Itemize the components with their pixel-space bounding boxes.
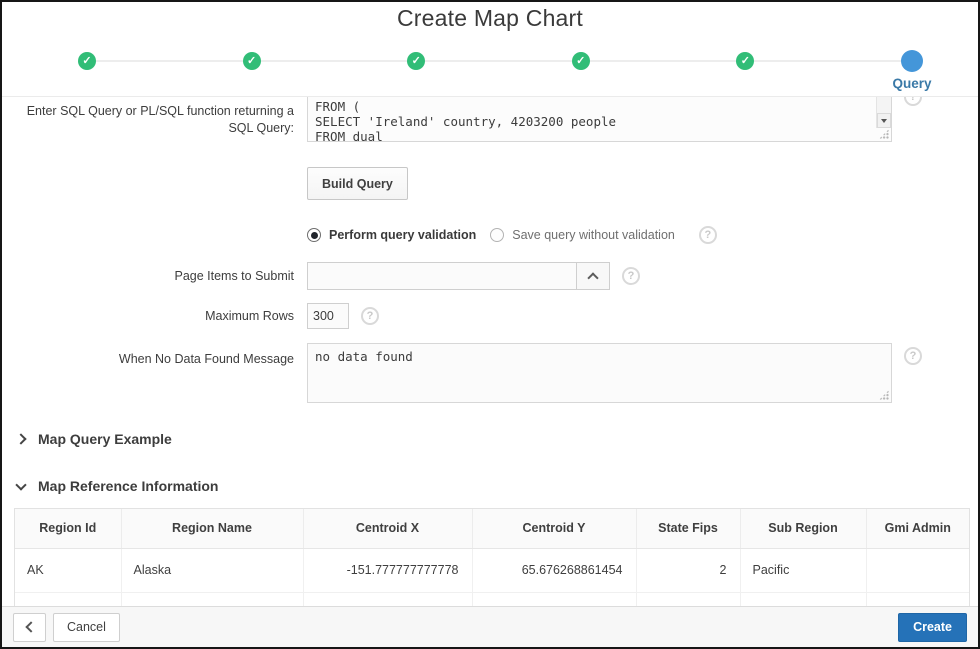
help-icon[interactable]: ? bbox=[904, 97, 922, 106]
wizard-step-marker: ✓ bbox=[407, 52, 426, 70]
chevron-left-icon bbox=[25, 621, 37, 633]
table-row: ALAlabama-86.693403888887132.63401085534… bbox=[15, 592, 969, 606]
map-reference-table: Region Id Region Name Centroid X Centroid Y… bbox=[14, 508, 970, 606]
table-header-row: Region Id Region Name Centroid X Centroid Y… bbox=[15, 509, 969, 549]
table-column-header: Centroid X bbox=[303, 509, 473, 549]
table-column-header: Region Name bbox=[121, 509, 304, 549]
wizard-step-marker: ✓ bbox=[78, 52, 96, 70]
checkmark-icon: ✓ bbox=[246, 54, 257, 67]
table-cell: 2 bbox=[636, 548, 741, 593]
table-cell: Alaska bbox=[121, 548, 304, 593]
table-cell: 1 bbox=[636, 592, 741, 606]
table-cell: Pacific bbox=[740, 548, 867, 593]
wizard-step-marker: ✓ bbox=[571, 52, 590, 70]
help-icon[interactable]: ? bbox=[698, 226, 717, 244]
editor-scrollbar[interactable] bbox=[876, 97, 891, 128]
create-button[interactable]: Create bbox=[898, 612, 967, 642]
table-column-header: State Fips bbox=[636, 509, 741, 549]
sql-query-control: FROM ( SELECT 'Ireland' country, 4203200… bbox=[307, 97, 978, 142]
table-row: AK Alaska -151.777777777778 65.676268861454… bbox=[15, 548, 969, 593]
cancel-button[interactable]: Cancel bbox=[53, 612, 120, 642]
table-cell bbox=[866, 592, 969, 606]
checkmark-icon: ✓ bbox=[82, 54, 92, 67]
page-items-lov-button[interactable] bbox=[576, 263, 609, 289]
wizard-step: ✓ bbox=[571, 52, 590, 70]
build-query-row: Build Query bbox=[2, 167, 978, 200]
wizard-steps: ✓ ✓ ✓ ✓ ✓ Query bbox=[78, 46, 931, 91]
section-label: Map Query Example bbox=[38, 431, 172, 447]
wizard-step-marker: ✓ bbox=[736, 52, 755, 70]
form-region: Enter SQL Query or PL/SQL function retur… bbox=[2, 97, 978, 606]
chevron-down-icon bbox=[15, 478, 27, 491]
checkmark-icon: ✓ bbox=[576, 54, 586, 67]
checkmark-icon: ✓ bbox=[740, 54, 750, 67]
chevron-up-icon bbox=[587, 271, 599, 284]
checkmark-icon: ✓ bbox=[411, 54, 421, 67]
no-data-row: When No Data Found Message no data found… bbox=[2, 343, 978, 403]
wizard-step: ✓ bbox=[407, 52, 426, 70]
table-cell: 32.6340108553488 bbox=[472, 592, 637, 606]
sql-query-row: Enter SQL Query or PL/SQL function retur… bbox=[2, 97, 978, 142]
table-cell: -86.6934038888871 bbox=[303, 592, 473, 606]
radio-save-without-validation[interactable] bbox=[490, 228, 505, 242]
wizard-footer: Cancel Create bbox=[2, 606, 978, 647]
validation-row: Perform query validation Save query with… bbox=[2, 226, 978, 244]
wizard-header: Create Map Chart ✓ ✓ ✓ ✓ ✓ Query bbox=[2, 2, 978, 97]
no-data-value: no data found bbox=[315, 349, 413, 364]
page-items-field bbox=[307, 262, 610, 290]
sql-query-value: FROM ( SELECT 'Ireland' country, 4203200… bbox=[315, 99, 617, 142]
wizard-step: Query bbox=[892, 50, 931, 91]
section-map-reference-information[interactable]: Map Reference Information bbox=[15, 478, 978, 494]
table-column-header: Centroid Y bbox=[472, 509, 637, 549]
wizard-step-marker: ✓ bbox=[242, 52, 261, 70]
radio-perform-validation[interactable] bbox=[307, 228, 321, 242]
no-data-label: When No Data Found Message bbox=[118, 352, 294, 366]
table-column-header: Region Id bbox=[15, 509, 122, 549]
sql-query-label: Enter SQL Query or PL/SQL function retur… bbox=[26, 104, 294, 135]
section-label: Map Reference Information bbox=[38, 478, 219, 494]
help-icon[interactable]: ? bbox=[622, 267, 640, 285]
create-map-chart-wizard: Create Map Chart ✓ ✓ ✓ ✓ ✓ Query Enter S… bbox=[0, 0, 980, 649]
wizard-step: ✓ bbox=[736, 52, 755, 70]
table-cell: AL bbox=[15, 592, 122, 606]
chevron-right-icon bbox=[15, 433, 27, 445]
radio-save-without-validation-label[interactable]: Save query without validation bbox=[512, 228, 675, 242]
wizard-step: ✓ bbox=[78, 52, 96, 70]
max-rows-input[interactable] bbox=[307, 303, 349, 329]
help-icon[interactable]: ? bbox=[361, 307, 379, 325]
table-cell: Alabama bbox=[121, 592, 304, 606]
max-rows-row: Maximum Rows ? bbox=[2, 303, 978, 329]
resize-grip-icon[interactable] bbox=[879, 390, 889, 400]
sql-query-editor[interactable]: FROM ( SELECT 'Ireland' country, 4203200… bbox=[307, 97, 892, 142]
triangle-down-icon bbox=[881, 118, 887, 123]
page-title: Create Map Chart bbox=[397, 5, 583, 31]
page-items-input[interactable] bbox=[308, 263, 576, 289]
table-cell: E S Cen bbox=[740, 592, 867, 606]
wizard-step-marker bbox=[900, 50, 923, 72]
table-cell: -151.777777777778 bbox=[303, 548, 473, 593]
build-query-button[interactable]: Build Query bbox=[307, 167, 408, 200]
help-icon[interactable]: ? bbox=[904, 347, 922, 365]
radio-perform-validation-label[interactable]: Perform query validation bbox=[329, 228, 476, 242]
wizard-progress: ✓ ✓ ✓ ✓ ✓ Query bbox=[2, 46, 978, 96]
table-cell: AK bbox=[15, 548, 122, 593]
wizard-step-label: Query bbox=[892, 76, 932, 91]
scroll-down-button[interactable] bbox=[877, 113, 891, 128]
page-items-row: Page Items to Submit ? bbox=[2, 262, 978, 290]
table-column-header: Sub Region bbox=[740, 509, 867, 549]
page-items-label: Page Items to Submit bbox=[174, 268, 294, 283]
no-data-textarea[interactable]: no data found bbox=[307, 343, 892, 403]
table-cell: 65.676268861454 bbox=[472, 548, 637, 593]
table-cell bbox=[866, 548, 969, 593]
table-column-header: Gmi Admin bbox=[866, 509, 969, 549]
previous-button[interactable] bbox=[13, 612, 46, 642]
section-map-query-example[interactable]: Map Query Example bbox=[15, 431, 978, 447]
max-rows-label: Maximum Rows bbox=[205, 308, 294, 323]
wizard-step: ✓ bbox=[242, 52, 261, 70]
